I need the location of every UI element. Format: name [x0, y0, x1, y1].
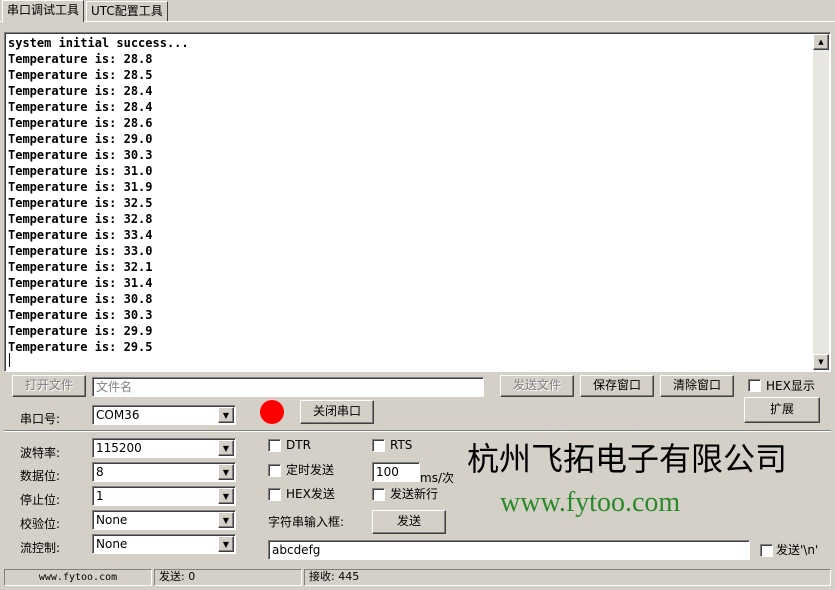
- filename-input[interactable]: 文件名: [92, 377, 484, 397]
- terminal-line: Temperature is: 31.4: [8, 276, 153, 290]
- tab-serial-debug[interactable]: 串口调试工具: [2, 0, 85, 22]
- dtr-label: DTR: [286, 438, 311, 452]
- open-file-button[interactable]: 打开文件: [12, 375, 86, 397]
- close-port-button[interactable]: 关闭串口: [300, 400, 374, 424]
- string-input-label: 字符串输入框:: [268, 515, 345, 529]
- chevron-down-icon[interactable]: ▼: [218, 512, 234, 528]
- tab-utc-config[interactable]: UTC配置工具: [86, 1, 168, 21]
- chevron-down-icon[interactable]: ▼: [218, 488, 234, 504]
- terminal-line: Temperature is: 28.4: [8, 84, 153, 98]
- terminal-line: Temperature is: 28.5: [8, 68, 153, 82]
- terminal-line: Temperature is: 29.9: [8, 324, 153, 338]
- stopbits-label: 停止位:: [20, 493, 61, 507]
- hex-send-checkbox[interactable]: [268, 488, 281, 501]
- status-received: 接收: 445: [304, 569, 831, 586]
- terminal-line: system initial success...: [8, 36, 189, 50]
- terminal-line: Temperature is: 30.3: [8, 308, 153, 322]
- status-site: www.fytoo.com: [4, 569, 152, 586]
- send-newline-checkbox[interactable]: [372, 488, 385, 501]
- save-window-button[interactable]: 保存窗口: [580, 375, 654, 397]
- flow-select[interactable]: None ▼: [92, 534, 236, 554]
- stopbits-value: 1: [96, 489, 104, 503]
- terminal-line: Temperature is: 28.6: [8, 116, 153, 130]
- chevron-down-icon[interactable]: ▼: [218, 440, 234, 456]
- chevron-down-icon[interactable]: ▼: [218, 407, 234, 423]
- parity-label: 校验位:: [20, 517, 61, 531]
- terminal-line: Temperature is: 30.3: [8, 148, 153, 162]
- vertical-scrollbar[interactable]: ▲ ▼: [813, 34, 829, 370]
- terminal-text: system initial success... Temperature is:…: [8, 35, 810, 369]
- terminal-line: Temperature is: 28.8: [8, 52, 153, 66]
- send-crlf-checkbox[interactable]: [760, 544, 773, 557]
- flow-label: 流控制:: [20, 541, 61, 555]
- timed-send-checkbox[interactable]: [268, 464, 281, 477]
- parity-select[interactable]: None ▼: [92, 510, 236, 530]
- expand-button[interactable]: 扩展: [744, 397, 820, 423]
- text-caret: [9, 353, 10, 367]
- company-name: 杭州飞拓电子有限公司: [467, 440, 788, 478]
- hex-send-label: HEX发送: [286, 487, 335, 501]
- scroll-up-icon[interactable]: ▲: [813, 34, 829, 50]
- terminal-line: Temperature is: 28.4: [8, 100, 153, 114]
- baud-select[interactable]: 115200 ▼: [92, 438, 236, 458]
- terminal-line: Temperature is: 29.0: [8, 132, 153, 146]
- stopbits-select[interactable]: 1 ▼: [92, 486, 236, 506]
- terminal-line: Temperature is: 33.0: [8, 244, 153, 258]
- terminal-line: Temperature is: 32.1: [8, 260, 153, 274]
- status-site-text: www.fytoo.com: [38, 572, 118, 583]
- clear-window-button[interactable]: 清除窗口: [660, 375, 734, 397]
- timed-send-label: 定时发送: [286, 463, 335, 477]
- group-separator: [4, 430, 831, 431]
- terminal-line: Temperature is: 32.8: [8, 212, 153, 226]
- chevron-down-icon[interactable]: ▼: [218, 536, 234, 552]
- parity-value: None: [96, 513, 128, 527]
- port-status-indicator: [260, 400, 284, 424]
- terminal-line: Temperature is: 31.0: [8, 164, 153, 178]
- baud-label: 波特率:: [20, 446, 61, 460]
- hex-display-checkbox[interactable]: [748, 379, 761, 392]
- string-input[interactable]: abcdefg: [268, 540, 750, 560]
- rts-checkbox[interactable]: [372, 439, 385, 452]
- send-newline-label: 发送新行: [390, 487, 439, 501]
- chevron-down-icon[interactable]: ▼: [218, 464, 234, 480]
- port-select[interactable]: COM36 ▼: [92, 405, 236, 425]
- send-file-button[interactable]: 发送文件: [500, 375, 574, 397]
- company-url: www.fytoo.com: [500, 487, 681, 518]
- flow-value: None: [96, 537, 128, 551]
- interval-unit-label: ms/次: [420, 471, 454, 485]
- hex-display-label: HEX显示: [766, 379, 815, 393]
- terminal-line: Temperature is: 29.5: [8, 340, 153, 354]
- scroll-down-icon[interactable]: ▼: [813, 354, 829, 370]
- baud-value: 115200: [96, 441, 142, 455]
- status-sent: 发送: 0: [154, 569, 302, 586]
- databits-select[interactable]: 8 ▼: [92, 462, 236, 482]
- databits-label: 数据位:: [20, 469, 61, 483]
- port-label: 串口号:: [20, 412, 61, 426]
- tab-strip-line: [0, 21, 835, 22]
- port-value: COM36: [96, 408, 140, 422]
- dtr-checkbox[interactable]: [268, 439, 281, 452]
- terminal-line: Temperature is: 33.4: [8, 228, 153, 242]
- send-crlf-label: 发送'\n': [776, 543, 819, 557]
- databits-value: 8: [96, 465, 104, 479]
- interval-input[interactable]: 100: [372, 462, 420, 482]
- terminal-line: Temperature is: 31.9: [8, 180, 153, 194]
- receive-terminal[interactable]: system initial success... Temperature is:…: [4, 32, 831, 372]
- send-button[interactable]: 发送: [372, 510, 446, 534]
- rts-label: RTS: [390, 438, 413, 452]
- terminal-line: Temperature is: 32.5: [8, 196, 153, 210]
- terminal-line: Temperature is: 30.8: [8, 292, 153, 306]
